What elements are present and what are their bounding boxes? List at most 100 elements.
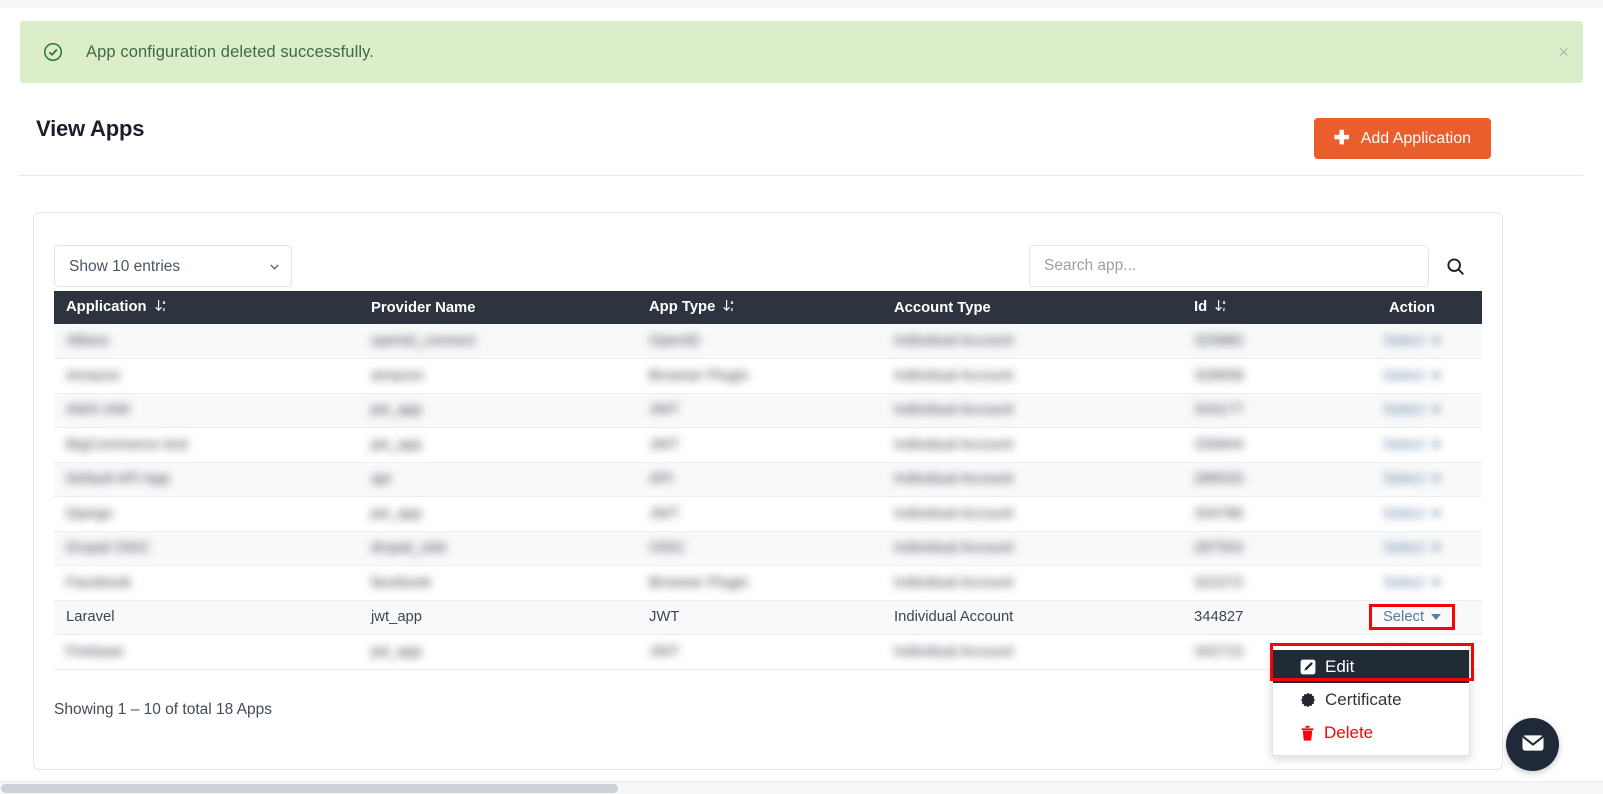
cell-app-type: JWT (649, 436, 680, 453)
select-action-button[interactable]: Select (1383, 471, 1442, 487)
caret-down-icon (1431, 372, 1442, 379)
cell-provider: api (371, 471, 391, 488)
select-action-label: Select (1382, 505, 1425, 522)
cell-id: 343177 (1194, 402, 1244, 419)
envelope-icon (1520, 730, 1546, 759)
cell-id: 344827 (1194, 609, 1244, 626)
column-header-application[interactable]: Application a z (54, 291, 359, 324)
certificate-icon (1300, 692, 1316, 708)
dropdown-item-delete[interactable]: Delete (1273, 716, 1469, 749)
page-title: View Apps (36, 116, 145, 141)
select-action-button[interactable]: Select (1382, 540, 1442, 557)
column-header-id[interactable]: Id a z (1182, 291, 1342, 324)
showing-entries-text: Showing 1 – 10 of total 18 Apps (54, 701, 273, 718)
svg-text:z: z (162, 306, 165, 312)
action-dropdown-menu: Edit Certificate Delete (1272, 645, 1470, 756)
cell-action: Select (1342, 324, 1482, 359)
cell-id: 289533 (1194, 471, 1244, 488)
cell-provider: drupal_oidc (371, 540, 448, 557)
cell-id: 325882 (1194, 333, 1244, 349)
cell-application: Drupal OIDC (66, 540, 151, 557)
pencil-square-icon (1300, 659, 1316, 675)
cell-account-type: Individual Account (894, 436, 1014, 453)
select-action-button[interactable]: Select (1382, 505, 1442, 522)
cell-action: Select (1342, 600, 1482, 635)
column-label: Id (1194, 298, 1208, 315)
select-action-button[interactable]: Select (1382, 367, 1442, 384)
select-action-button[interactable]: Select (1382, 436, 1442, 453)
cell-id: 334786 (1194, 505, 1244, 522)
dropdown-item-edit[interactable]: Edit (1273, 650, 1469, 683)
select-action-label: Select (1382, 402, 1425, 419)
top-strip (0, 0, 1603, 8)
select-action-label: Select (1382, 574, 1425, 591)
table-row: AWS IAM jwt_app JWT Individual Account 34317… (54, 393, 1482, 428)
table-row: Django jwt_app JWT Individual Account 334786… (54, 496, 1482, 531)
cell-id: 322272 (1194, 574, 1244, 591)
dropdown-item-label: Certificate (1325, 689, 1402, 709)
search-area (1029, 245, 1466, 287)
caret-down-icon (1431, 441, 1442, 448)
cell-application: Facebook (66, 574, 131, 591)
column-label: Account Type (894, 299, 991, 316)
caret-down-icon (1431, 545, 1442, 552)
caret-down-icon (1431, 579, 1442, 586)
entries-per-page-select[interactable]: Show 10 entries (54, 245, 292, 287)
cell-account-type: Individual Account (894, 505, 1014, 522)
chat-widget-button[interactable] (1506, 718, 1559, 771)
column-label: Provider Name (371, 299, 476, 316)
cell-account-type: Individual Account (894, 540, 1014, 557)
search-icon[interactable] (1445, 256, 1466, 277)
apps-table-wrap: Application a z Provider Name App Type a… (54, 291, 1482, 670)
cell-action: Select (1342, 428, 1482, 463)
cell-app-type: JWT (649, 505, 680, 522)
cell-action: Select (1342, 531, 1482, 566)
cell-provider: jwt_app (371, 643, 423, 660)
cell-id: 328958 (1194, 367, 1244, 384)
alert-message: App configuration deleted successfully. (86, 42, 374, 61)
cell-app-type: Browser Plugin (649, 574, 749, 591)
cell-action: Select (1342, 359, 1482, 394)
close-icon[interactable]: × (1558, 43, 1569, 61)
table-row: Default API App api API Individual Account 2… (54, 462, 1482, 497)
select-action-button[interactable]: Select (1382, 402, 1442, 419)
cell-action: Select (1342, 566, 1482, 601)
select-action-button[interactable]: Select (1383, 333, 1442, 349)
select-action-button[interactable]: Select (1368, 604, 1456, 631)
cell-provider: amazon (371, 367, 424, 384)
horizontal-scrollbar[interactable] (0, 781, 1603, 794)
scrollbar-thumb[interactable] (1, 784, 618, 793)
caret-down-icon (1431, 476, 1442, 483)
column-label: App Type (649, 298, 716, 315)
dropdown-item-certificate[interactable]: Certificate (1273, 683, 1469, 716)
table-row: Drupal OIDC drupal_oidc OIDC Individual Acc… (54, 531, 1482, 566)
select-action-button[interactable]: Select (1382, 574, 1442, 591)
dropdown-item-label: Delete (1324, 722, 1374, 742)
cell-action: Select (1342, 393, 1482, 428)
select-action-label: Select (1382, 436, 1425, 453)
cell-provider: jwt_app (371, 436, 423, 453)
cell-application: Firebase (66, 643, 124, 660)
select-action-label: Select (1382, 540, 1425, 557)
svg-text:a: a (731, 300, 734, 306)
column-header-app-type[interactable]: App Type a z (637, 291, 882, 324)
cell-account-type: Individual Account (894, 402, 1014, 419)
cell-application: Amazon (66, 367, 121, 384)
cell-app-type: API (649, 471, 673, 488)
cell-account-type: Individual Account (894, 643, 1014, 660)
table-row: Laravel jwt_app JWT Individual Account 34482… (54, 600, 1482, 635)
search-input[interactable] (1029, 245, 1429, 287)
cell-provider: jwt_app (371, 609, 423, 626)
table-row: Allianz openid_connect OpenID Individual Ac… (54, 324, 1482, 359)
add-application-label: Add Application (1360, 129, 1471, 147)
cell-account-type: Individual Account (894, 609, 1014, 626)
cell-app-type: JWT (649, 402, 680, 419)
cell-provider: jwt_app (371, 505, 423, 522)
select-action-label: Select (1382, 367, 1425, 384)
cell-account-type: Individual Account (894, 333, 1014, 349)
svg-text:z: z (1223, 306, 1226, 312)
table-row: Amazon amazon Browser Plugin Individual Acc… (54, 358, 1482, 394)
caret-down-icon (1431, 614, 1442, 621)
add-application-button[interactable]: ✚ Add Application (1313, 118, 1491, 159)
cell-id: 335844 (1194, 436, 1244, 453)
